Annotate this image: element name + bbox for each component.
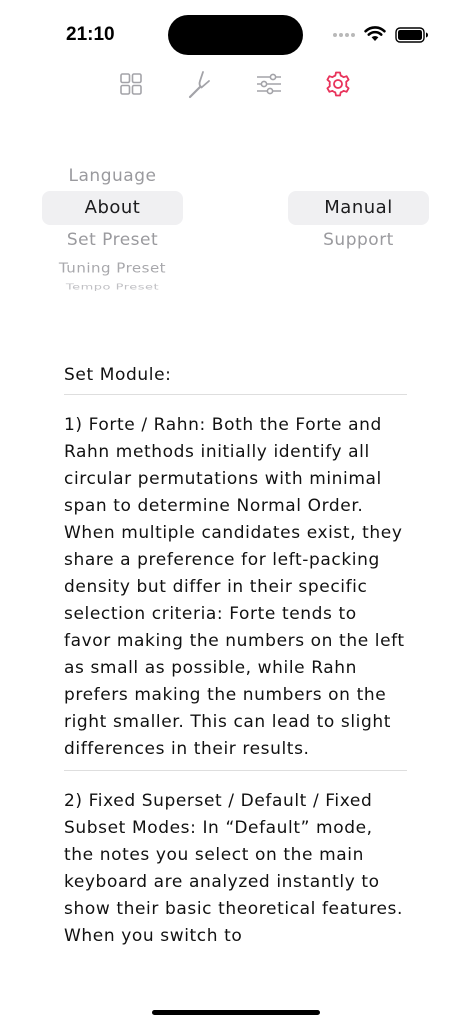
status-icons	[333, 24, 433, 46]
picker-option-set-preset[interactable]: Set Preset	[42, 230, 183, 250]
status-bar: 21:10	[0, 0, 471, 62]
manual-content: Set Module: 1) Forte / Rahn: Both the Fo…	[64, 362, 407, 957]
tuning-fork-icon	[188, 71, 210, 99]
manual-paragraph: 1) Forte / Rahn: Both the Forte and Rahn…	[64, 415, 405, 759]
sliders-icon	[257, 73, 281, 95]
gear-icon	[326, 71, 350, 97]
picker-option-tuning-preset[interactable]: Tuning Preset	[42, 260, 183, 275]
picker-option-manual-selected[interactable]: Manual	[288, 191, 429, 225]
status-time: 21:10	[66, 24, 115, 45]
top-tab-bar	[0, 62, 471, 106]
section-title: Set Module:	[64, 365, 172, 385]
tab-settings[interactable]	[322, 68, 354, 100]
tab-tuning[interactable]	[184, 68, 216, 100]
picker-option-about-selected[interactable]: About	[42, 191, 183, 225]
settings-category-picker[interactable]: Language About Set Preset Tuning Preset …	[42, 160, 183, 300]
cellular-signal-icon	[333, 33, 357, 52]
dynamic-island	[168, 15, 303, 55]
manual-paragraph: 2) Fixed Superset / Default / Fixed Subs…	[64, 791, 403, 946]
wifi-icon	[364, 26, 386, 41]
tab-grid[interactable]	[115, 68, 147, 100]
about-subsection-picker[interactable]: Manual Support	[288, 160, 429, 300]
tab-sliders[interactable]	[253, 68, 285, 100]
picker-option-tempo-preset[interactable]: Tempo Preset	[42, 283, 183, 292]
grid-icon	[120, 73, 142, 95]
home-indicator[interactable]	[152, 1010, 320, 1015]
battery-icon	[395, 27, 428, 43]
picker-option-support[interactable]: Support	[288, 230, 429, 250]
picker-option-language[interactable]: Language	[42, 166, 183, 186]
